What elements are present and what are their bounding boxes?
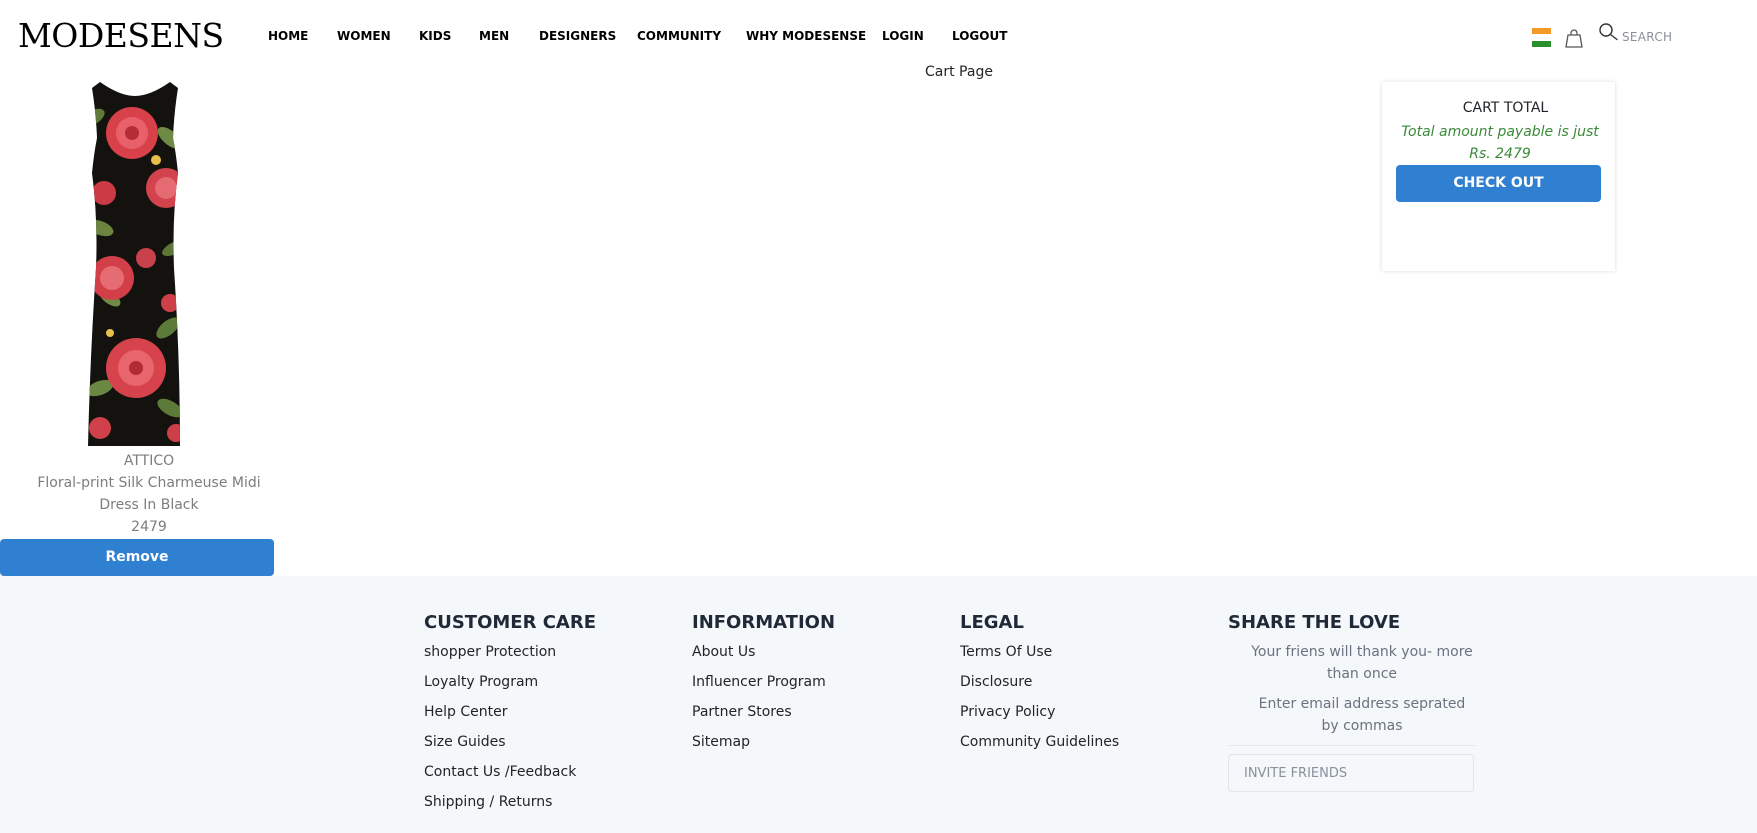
footer-information: INFORMATION About Us Influencer Program … bbox=[692, 612, 835, 761]
search-label[interactable]: SEARCH bbox=[1622, 30, 1672, 44]
nav-login[interactable]: LOGIN bbox=[882, 29, 924, 43]
footer-link[interactable]: Help Center bbox=[424, 701, 596, 731]
footer-heading-customer-care: CUSTOMER CARE bbox=[424, 612, 597, 633]
footer-link[interactable]: Contact Us /Feedback bbox=[424, 761, 596, 791]
product-brand: ATTICO bbox=[123, 453, 175, 469]
footer-link[interactable]: Community Guidelines bbox=[960, 731, 1119, 761]
site-header: MODESENS HOME WOMEN KIDS MEN DESIGNERS C… bbox=[0, 0, 1757, 80]
footer-heading-information: INFORMATION bbox=[692, 612, 836, 633]
footer-link[interactable]: Shipping / Returns bbox=[424, 791, 596, 821]
footer-link[interactable]: shopper Protection bbox=[424, 641, 596, 671]
product-name-line1: Floral-print Silk Charmeuse Midi bbox=[37, 475, 261, 491]
footer-link[interactable]: Disclosure bbox=[960, 671, 1119, 701]
footer-heading-share: SHARE THE LOVE bbox=[1228, 612, 1401, 633]
footer-divider bbox=[1228, 745, 1476, 746]
footer-link[interactable]: About Us bbox=[692, 641, 835, 671]
site-logo[interactable]: MODESENS bbox=[18, 16, 224, 55]
nav-kids[interactable]: KIDS bbox=[419, 29, 451, 43]
footer-legal: LEGAL Terms Of Use Disclosure Privacy Po… bbox=[960, 612, 1119, 761]
site-footer: CUSTOMER CARE shopper Protection Loyalty… bbox=[0, 576, 1757, 833]
nav-home[interactable]: HOME bbox=[268, 29, 308, 43]
footer-link[interactable]: Loyalty Program bbox=[424, 671, 596, 701]
nav-why-modesense[interactable]: WHY MODESENSE bbox=[746, 29, 866, 43]
footer-link[interactable]: Partner Stores bbox=[692, 701, 835, 731]
page-subtitle: Cart Page bbox=[925, 64, 993, 80]
footer-link[interactable]: Privacy Policy bbox=[960, 701, 1119, 731]
cart-total-panel: CART TOTAL Total amount payable is just … bbox=[1382, 82, 1615, 271]
nav-logout[interactable]: LOGOUT bbox=[952, 29, 1007, 43]
share-message: Your friens will thank you- more than on… bbox=[1251, 644, 1473, 682]
share-instructions: Enter email address seprated by commas bbox=[1258, 696, 1466, 734]
product-image[interactable] bbox=[70, 78, 200, 450]
nav-women[interactable]: WOMEN bbox=[337, 29, 391, 43]
nav-designers[interactable]: DESIGNERS bbox=[539, 29, 616, 43]
checkout-button[interactable]: CHECK OUT bbox=[1396, 165, 1601, 202]
footer-customer-care: CUSTOMER CARE shopper Protection Loyalty… bbox=[424, 612, 596, 821]
product-name-line2: Dress In Black bbox=[99, 497, 199, 513]
cart-total-title: CART TOTAL bbox=[1462, 100, 1549, 116]
footer-share: SHARE THE LOVE Your friens will thank yo… bbox=[1228, 612, 1476, 792]
footer-link[interactable]: Size Guides bbox=[424, 731, 596, 761]
product-price: 2479 bbox=[131, 519, 167, 535]
india-flag-icon[interactable] bbox=[1532, 28, 1551, 47]
shopping-bag-icon[interactable] bbox=[1565, 28, 1583, 48]
footer-link[interactable]: Sitemap bbox=[692, 731, 835, 761]
search-icon[interactable] bbox=[1598, 22, 1620, 44]
remove-button[interactable]: Remove bbox=[0, 539, 274, 576]
nav-men[interactable]: MEN bbox=[479, 29, 509, 43]
cart-total-note: Total amount payable is just Rs. 2479 bbox=[1401, 124, 1599, 162]
footer-link[interactable]: Influencer Program bbox=[692, 671, 835, 701]
nav-community[interactable]: COMMUNITY bbox=[637, 29, 721, 43]
footer-link[interactable]: Terms Of Use bbox=[960, 641, 1119, 671]
invite-friends-input[interactable] bbox=[1228, 754, 1474, 792]
footer-heading-legal: LEGAL bbox=[960, 612, 1024, 633]
